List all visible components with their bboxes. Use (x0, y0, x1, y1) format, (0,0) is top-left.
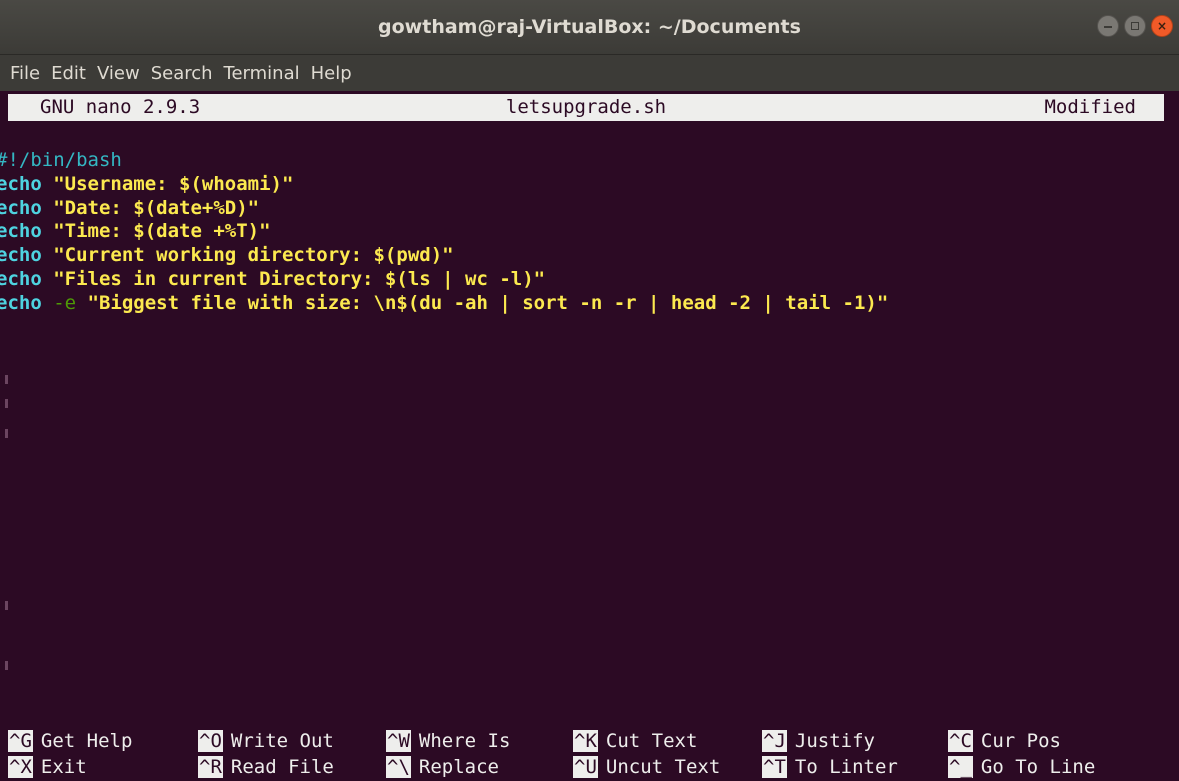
shortcut-to-linter[interactable]: ^T To Linter (762, 754, 898, 780)
shortcut-key: ^O (198, 730, 223, 752)
shortcut-label: Get Help (40, 730, 133, 752)
terminal-area[interactable]: GNU nano 2.9.3 letsupgrade.sh Modified #… (0, 91, 1179, 781)
shortcut-go-to-line[interactable]: ^_ Go To Line (948, 754, 1095, 780)
nano-modified-status: Modified (1044, 96, 1136, 118)
margin-mark (5, 429, 8, 438)
minimize-button[interactable] (1097, 15, 1119, 37)
shortcut-key: ^G (8, 730, 33, 752)
code-line[interactable]: echo "Time: $(date +%T)" (0, 220, 1179, 244)
code-line[interactable]: #!/bin/bash (0, 149, 1179, 173)
margin-mark (5, 399, 8, 408)
shortcut-justify[interactable]: ^J Justify (762, 728, 875, 754)
margin-mark (5, 601, 8, 610)
close-button[interactable]: × (1151, 15, 1173, 37)
menu-view[interactable]: View (97, 63, 140, 84)
shortcut-label: Uncut Text (605, 756, 721, 778)
shortcut-key: ^T (762, 756, 787, 778)
code-token: #!/bin/bash (0, 149, 122, 171)
code-token: "Current working directory: $(pwd)" (41, 244, 454, 267)
shortcut-key: ^U (573, 756, 598, 778)
shortcut-key: ^C (948, 730, 973, 752)
shortcut-label: Cut Text (605, 730, 698, 752)
shortcut-cur-pos[interactable]: ^C Cur Pos (948, 728, 1061, 754)
shortcut-read-file[interactable]: ^R Read File (198, 754, 334, 780)
shortcut-key: ^W (386, 730, 411, 752)
shortcut-label: Read File (230, 756, 334, 778)
title-bar[interactable]: gowtham@raj-VirtualBox: ~/Documents × (0, 0, 1179, 55)
code-token: "Date: $(date+%D)" (41, 196, 260, 219)
shortcut-key: ^X (8, 756, 33, 778)
shortcut-key: ^K (573, 730, 598, 752)
maximize-button[interactable] (1124, 15, 1146, 37)
shortcut-key: ^\ (386, 756, 411, 778)
shortcut-get-help[interactable]: ^G Get Help (8, 728, 132, 754)
shortcut-label: Where Is (418, 730, 511, 752)
code-token: echo (0, 244, 42, 267)
menu-help[interactable]: Help (311, 63, 352, 84)
code-token: echo (0, 220, 42, 243)
window-controls: × (1097, 15, 1173, 37)
nano-header-bar: GNU nano 2.9.3 letsupgrade.sh Modified (8, 94, 1164, 121)
code-line[interactable]: echo "Username: $(whoami)" (0, 173, 1179, 197)
shortcut-where-is[interactable]: ^W Where Is (386, 728, 510, 754)
menu-edit[interactable]: Edit (51, 63, 86, 84)
code-token: -e (41, 291, 77, 314)
shortcut-key: ^J (762, 730, 787, 752)
margin-mark (5, 375, 8, 384)
code-token: echo (0, 267, 42, 290)
code-token: echo (0, 291, 42, 314)
nano-filename: letsupgrade.sh (505, 96, 667, 118)
nano-shortcut-bar: ^G Get Help ^O Write Out ^W Where Is ^K Cut … (0, 728, 1179, 780)
shortcut-label: Write Out (230, 730, 334, 752)
shortcut-row: ^X Exit ^R Read File ^\ Replace ^U Uncut Tex… (0, 754, 1179, 780)
menu-search[interactable]: Search (151, 63, 213, 84)
window-title: gowtham@raj-VirtualBox: ~/Documents (378, 16, 801, 38)
shortcut-label: To Linter (794, 756, 898, 778)
code-token: "Username: $(whoami)" (41, 172, 294, 195)
menu-file[interactable]: File (10, 63, 40, 84)
code-line[interactable]: echo "Current working directory: $(pwd)" (0, 244, 1179, 268)
code-line[interactable]: echo -e "Biggest file with size: \n$(du … (0, 292, 1179, 316)
menu-bar: File Edit View Search Terminal Help (0, 55, 1179, 91)
shortcut-label: Replace (418, 756, 499, 778)
code-token: "Time: $(date +%T)" (41, 220, 271, 243)
terminal-window: gowtham@raj-VirtualBox: ~/Documents × Fi… (0, 0, 1179, 781)
shortcut-cut-text[interactable]: ^K Cut Text (573, 728, 697, 754)
shortcut-uncut-text[interactable]: ^U Uncut Text (573, 754, 720, 780)
code-token: "Biggest file with size: \n$(du -ah | so… (76, 291, 889, 314)
code-token: "Files in current Directory: $(ls | wc -… (41, 267, 546, 290)
code-token: echo (0, 172, 42, 195)
shortcut-label: Justify (794, 730, 875, 752)
shortcut-key: ^R (198, 756, 223, 778)
shortcut-exit[interactable]: ^X Exit (8, 754, 87, 780)
editor-buffer[interactable]: #!/bin/bash echo "Username: $(whoami)" ech… (0, 149, 1179, 316)
shortcut-label: Exit (40, 756, 87, 778)
shortcut-label: Cur Pos (980, 730, 1061, 752)
shortcut-write-out[interactable]: ^O Write Out (198, 728, 334, 754)
shortcut-key: ^_ (948, 756, 973, 778)
shortcut-replace[interactable]: ^\ Replace (386, 754, 499, 780)
code-line[interactable]: echo "Files in current Directory: $(ls |… (0, 268, 1179, 292)
menu-terminal[interactable]: Terminal (224, 63, 300, 84)
margin-mark (5, 661, 8, 670)
shortcut-row: ^G Get Help ^O Write Out ^W Where Is ^K Cut … (0, 728, 1179, 754)
shortcut-label: Go To Line (980, 756, 1096, 778)
code-token: echo (0, 196, 42, 219)
code-line[interactable]: echo "Date: $(date+%D)" (0, 197, 1179, 221)
